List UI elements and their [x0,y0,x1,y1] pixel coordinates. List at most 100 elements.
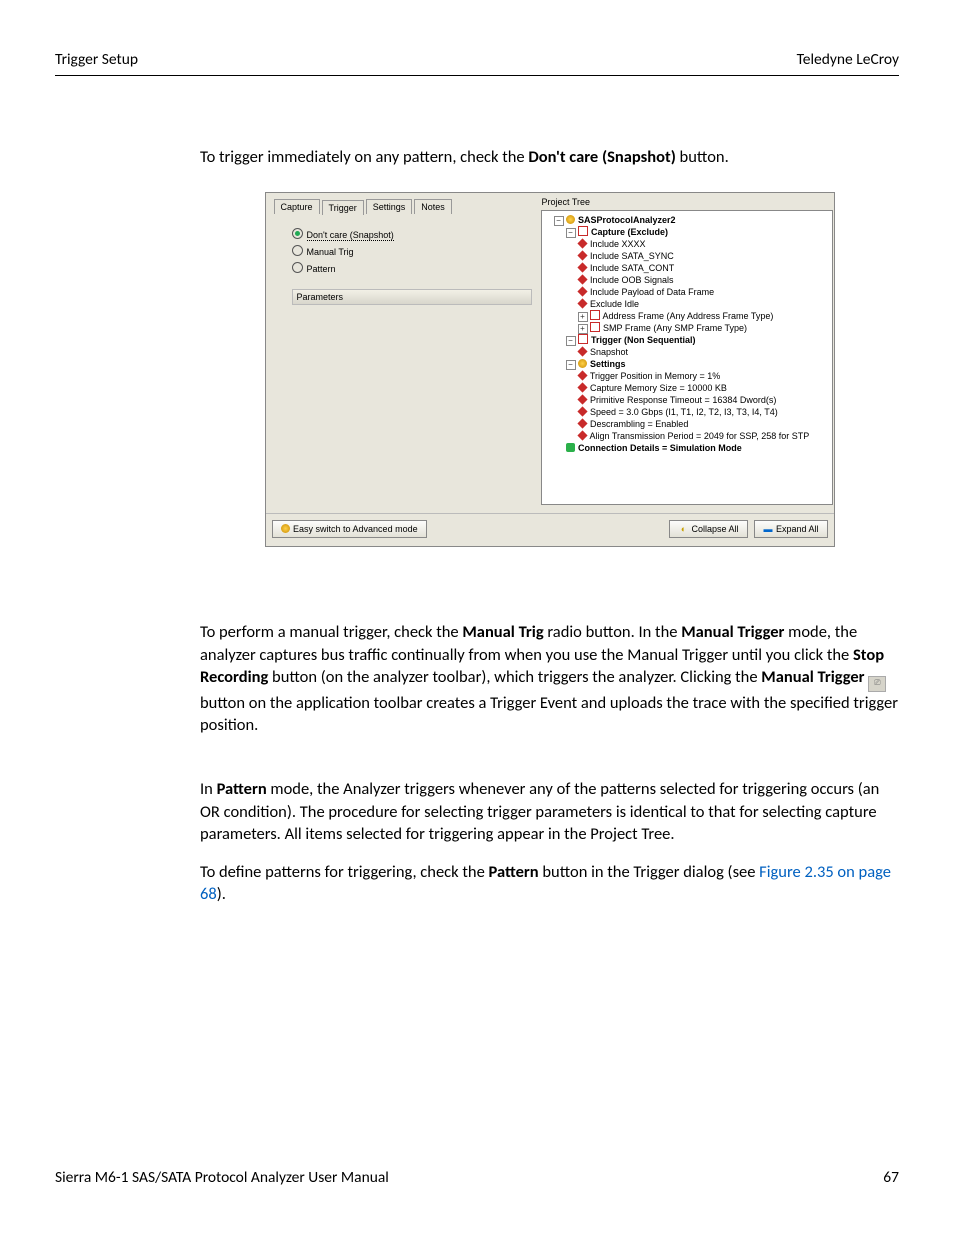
flag-icon [577,395,587,405]
flag-icon [577,287,587,297]
header-rule [55,75,899,76]
radio-icon [292,245,303,256]
collapse-icon[interactable]: − [566,360,576,370]
bold-text: Manual Trigger [681,622,784,642]
tab-trigger[interactable]: Trigger [322,200,364,215]
tree-item[interactable]: Trigger Position in Memory = 1% [590,371,720,381]
radio-icon [292,262,303,273]
tree-item[interactable]: Primitive Response Timeout = 16384 Dword… [590,395,776,405]
tree-item[interactable]: Snapshot [590,347,628,357]
text: To perform a manual trigger, check the [200,622,462,642]
radio-dont-care[interactable]: Don't care (Snapshot) [292,228,534,241]
tree-item[interactable]: Include SATA_SYNC [590,251,674,261]
project-tree[interactable]: − SASProtocolAnalyzer2 − Capture (Exclud… [541,210,833,505]
flag-icon [577,431,587,441]
flag-icon [577,299,587,309]
radio-manual-trig[interactable]: Manual Trig [292,245,534,258]
tree-connection[interactable]: Connection Details = Simulation Mode [578,443,742,453]
left-pane: Capture Trigger Settings Notes Don't car… [274,199,534,305]
button-label: Collapse All [691,524,738,534]
tabs: Capture Trigger Settings Notes [274,199,534,214]
tree-item[interactable]: Include OOB Signals [590,275,674,285]
right-pane: Project Tree − SASProtocolAnalyzer2 − Ca… [541,196,830,505]
radio-label: Manual Trig [307,247,354,257]
box-icon [578,226,588,236]
flag-icon [577,239,587,249]
project-tree-title: Project Tree [541,196,830,208]
header-left: Trigger Setup [55,50,138,69]
flag-icon [577,347,587,357]
flag-icon [577,263,587,273]
radio-pattern[interactable]: Pattern [292,262,534,275]
flag-icon [577,407,587,417]
box-icon [578,334,588,344]
tree-trigger[interactable]: Trigger (Non Sequential) [591,335,696,345]
collapse-icon[interactable]: − [566,336,576,346]
expand-icon[interactable]: + [578,324,588,334]
expand-icon: ▬ [763,523,773,535]
tab-capture[interactable]: Capture [274,199,320,214]
body: To trigger immediately on any pattern, c… [200,146,899,906]
page-header: Trigger Setup Teledyne LeCroy [0,0,954,69]
pattern-paragraph: In Pattern mode, the Analyzer triggers w… [200,778,899,845]
parameters-header: Parameters [292,289,532,305]
flag-icon [577,419,587,429]
box-icon [590,310,600,320]
radio-label: Don't care (Snapshot) [307,230,394,241]
tree-item[interactable]: SMP Frame (Any SMP Frame Type) [603,323,747,333]
tab-settings[interactable]: Settings [366,199,413,214]
text: To define patterns for triggering, check… [200,862,489,882]
gear-icon [281,524,290,533]
tree-item[interactable]: Include SATA_CONT [590,263,674,273]
flag-icon [577,251,587,261]
text: In [200,779,217,799]
page-footer: Sierra M6-1 SAS/SATA Protocol Analyzer U… [55,1168,899,1187]
text: button. [676,147,729,167]
text: radio button. In the [544,622,682,642]
tree-settings[interactable]: Settings [590,359,626,369]
tree-capture[interactable]: Capture (Exclude) [591,227,668,237]
tree-item[interactable]: Descrambling = Enabled [590,419,688,429]
tree-item[interactable]: Include Payload of Data Frame [590,287,714,297]
text: button in the Trigger dialog (see [539,862,760,882]
bold-text: Manual Trig [462,622,543,642]
radio-icon [292,228,303,239]
collapse-icon: ◐ [678,523,688,535]
footer-page-number: 67 [883,1168,899,1187]
button-label: Expand All [776,524,819,534]
bold-text: Pattern [217,779,267,799]
collapse-all-button[interactable]: ◐Collapse All [669,520,747,538]
tree-item[interactable]: Address Frame (Any Address Frame Type) [603,311,774,321]
text: To trigger immediately on any pattern, c… [200,147,528,167]
gear-icon [566,215,575,224]
switch-mode-button[interactable]: Easy switch to Advanced mode [272,520,427,538]
expand-all-button[interactable]: ▬Expand All [754,520,828,538]
tree-root[interactable]: SASProtocolAnalyzer2 [578,215,676,225]
expand-icon[interactable]: + [578,312,588,322]
bold-text: Pattern [489,862,539,882]
collapse-icon[interactable]: − [554,216,564,226]
manual-trig-paragraph: To perform a manual trigger, check the M… [200,621,899,736]
manual-trigger-icon: ⎚ [868,676,886,692]
radio-label: Pattern [307,264,336,274]
header-right: Teledyne LeCroy [797,50,899,69]
flag-icon [577,275,587,285]
tree-item[interactable]: Include XXXX [590,239,646,249]
footer-manual-title: Sierra M6-1 SAS/SATA Protocol Analyzer U… [55,1168,389,1187]
tree-item[interactable]: Speed = 3.0 Gbps (I1, T1, I2, T2, I3, T3… [590,407,778,417]
collapse-icon[interactable]: − [566,228,576,238]
text: button (on the analyzer toolbar), which … [268,667,761,687]
figure-footer: Easy switch to Advanced mode ◐Collapse A… [266,513,834,546]
intro-paragraph: To trigger immediately on any pattern, c… [200,146,899,168]
tree-item[interactable]: Align Transmission Period = 2049 for SSP… [590,431,810,441]
connection-icon [566,443,575,452]
tree-item[interactable]: Exclude Idle [590,299,639,309]
flag-icon [577,383,587,393]
text: ). [217,884,226,904]
bold-text: Don't care (Snapshot) [528,147,675,167]
tree-item[interactable]: Capture Memory Size = 10000 KB [590,383,727,393]
flag-icon [577,371,587,381]
parameters-section: Parameters [292,289,534,305]
bold-text: Manual Trigger [761,667,864,687]
tab-notes[interactable]: Notes [414,199,452,214]
